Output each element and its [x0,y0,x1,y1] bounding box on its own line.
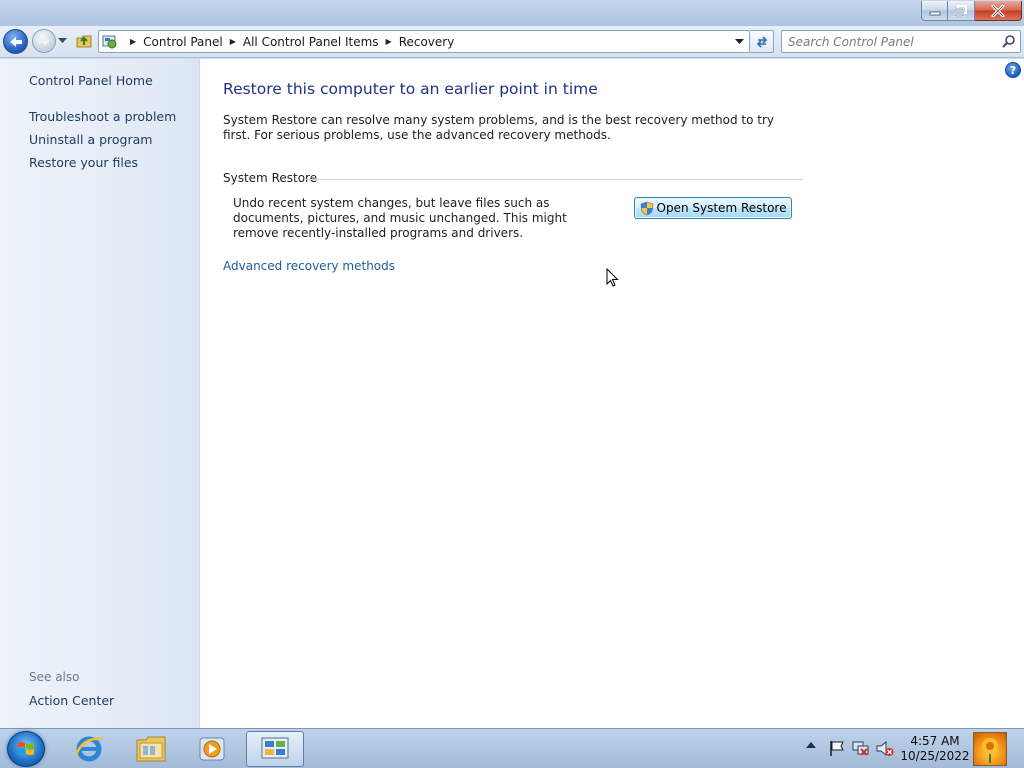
forward-button[interactable] [32,29,56,53]
search-box[interactable] [781,30,1021,53]
main-content: ? Restore this computer to an earlier po… [200,59,1024,728]
page-title: Restore this computer to an earlier poin… [223,80,598,98]
windows-explorer-icon [136,736,166,762]
system-clock[interactable]: 4:57 AM 10/25/2022 [900,734,970,764]
volume-muted-icon[interactable] [876,740,894,757]
taskbar-control-panel[interactable] [246,731,304,767]
chevron-right-icon[interactable]: ▶ [386,37,392,46]
start-button[interactable] [7,731,45,767]
search-icon[interactable] [1002,34,1016,49]
control-panel-icon [102,35,117,49]
clock-time: 4:57 AM [910,734,960,748]
recent-pages-dropdown[interactable] [58,38,67,44]
minimize-icon [929,11,940,15]
window-controls [921,1,1022,21]
breadcrumb: ▶ Control Panel ▶ All Control Panel Item… [123,31,454,52]
open-system-restore-button[interactable]: Open System Restore [634,197,792,219]
minimize-button[interactable] [921,1,948,21]
internet-explorer-icon [74,736,103,762]
arrow-right-icon [38,36,50,46]
control-panel-home-link[interactable]: Control Panel Home [29,73,153,88]
up-folder-icon[interactable] [75,32,93,50]
show-desktop-button[interactable] [973,732,1007,766]
taskbar-windows-explorer[interactable] [122,731,180,767]
back-button[interactable] [3,29,28,54]
see-also-label: See also [29,670,80,684]
action-center-flag-icon[interactable] [829,740,845,757]
desktop-preview-icon [982,738,998,763]
arrow-left-icon [9,36,22,47]
show-hidden-icons[interactable] [806,741,816,749]
window-titlebar [0,0,1024,26]
uninstall-program-link[interactable]: Uninstall a program [29,132,152,147]
advanced-recovery-link[interactable]: Advanced recovery methods [223,259,395,273]
troubleshoot-link[interactable]: Troubleshoot a problem [29,109,176,124]
breadcrumb-recovery[interactable]: Recovery [399,35,455,49]
breadcrumb-all-items[interactable]: All Control Panel Items [243,35,379,49]
help-icon[interactable]: ? [1005,62,1021,78]
taskbar: 4:57 AM 10/25/2022 [0,728,1024,768]
control-panel-icon [261,737,289,759]
address-dropdown-icon[interactable] [735,39,744,45]
network-disconnected-icon[interactable] [852,740,870,757]
search-input[interactable] [788,33,988,50]
restore-files-link[interactable]: Restore your files [29,155,138,170]
clock-date: 10/25/2022 [900,749,970,763]
chevron-right-icon[interactable]: ▶ [130,37,136,46]
taskbar-internet-explorer[interactable] [60,731,118,767]
address-bar[interactable]: ▶ Control Panel ▶ All Control Panel Item… [98,30,750,53]
task-pane: Control Panel Home Troubleshoot a proble… [0,59,200,728]
mouse-pointer-icon [606,268,619,287]
section-title: System Restore [223,171,318,185]
taskbar-media-player[interactable] [183,731,241,767]
button-label: Open System Restore [656,201,787,215]
windows-logo-icon [18,742,34,755]
media-player-icon [199,737,225,761]
action-center-link[interactable]: Action Center [29,693,114,708]
system-restore-description: Undo recent system changes, but leave fi… [233,196,567,240]
uac-shield-icon [640,201,653,215]
close-button[interactable] [975,1,1022,21]
close-icon [991,4,1005,17]
refresh-icon [756,35,767,48]
chevron-right-icon[interactable]: ▶ [230,37,236,46]
breadcrumb-control-panel[interactable]: Control Panel [143,35,223,49]
refresh-button[interactable] [750,30,774,53]
section-divider [306,179,803,180]
restore-icon [954,4,967,17]
navigation-bar: ▶ Control Panel ▶ All Control Panel Item… [0,26,1024,58]
restore-button[interactable] [948,1,975,21]
intro-text: System Restore can resolve many system p… [223,113,775,142]
